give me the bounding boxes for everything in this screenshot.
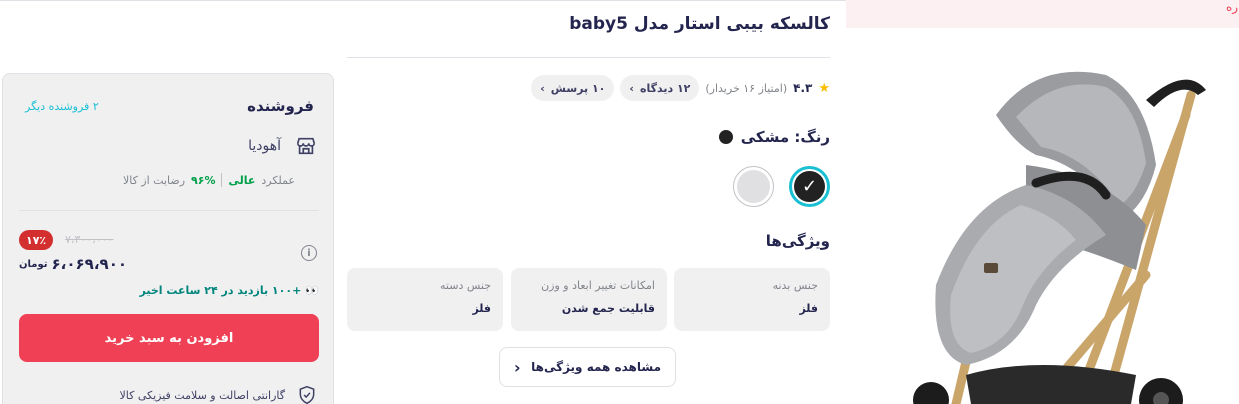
feature-value: فلز	[472, 302, 491, 315]
title-divider	[347, 57, 830, 58]
performance-value: عالی	[228, 173, 256, 187]
seller-store[interactable]: آهودیا	[248, 135, 317, 157]
stats-separator	[221, 173, 223, 187]
top-divider	[0, 0, 846, 1]
questions-chip[interactable]: ۱۰ پرسش ›	[531, 75, 615, 101]
info-icon[interactable]: i	[301, 245, 317, 261]
guarantee-row[interactable]: گارانتی اصالت و سلامت فیزیکی کالا	[120, 384, 318, 404]
reviews-chip-label: ۱۲ دیدگاه	[639, 81, 691, 95]
current-price: تومان ۶،۰۶۹،۹۰۰	[19, 255, 127, 273]
feature-value: فلز	[799, 302, 818, 315]
star-icon: ★	[818, 80, 830, 96]
rating-row: ★ ۴.۳ (امتیاز ۱۶ خریدار) ۱۲ دیدگاه › ۱۰ …	[531, 75, 830, 101]
seller-name: آهودیا	[248, 138, 281, 154]
satisfaction-value: ۹۶%	[191, 173, 216, 187]
feature-key: جنس دسته	[440, 279, 491, 292]
color-swatch-gray-fill	[737, 170, 770, 203]
questions-chip-label: ۱۰ پرسش	[550, 81, 606, 95]
color-swatch-gray[interactable]	[733, 166, 774, 207]
currency-label: تومان	[19, 258, 48, 270]
promo-strip[interactable]	[846, 0, 1239, 28]
feature-value: قابلیت جمع شدن	[561, 302, 655, 315]
feature-key: امکانات تغییر ابعاد و وزن	[541, 279, 655, 292]
rating-value: ۴.۳	[793, 81, 813, 95]
feature-card: جنس بدنه فلز	[674, 268, 830, 331]
color-label-text: رنگ: مشکی	[740, 128, 830, 146]
product-title: کالسکه بیبی استار مدل baby5	[569, 14, 830, 34]
guarantee-text: گارانتی اصالت و سلامت فیزیکی کالا	[119, 388, 286, 402]
chevron-left-icon: ‹	[514, 357, 521, 377]
performance-label: عملکرد	[261, 173, 295, 187]
shield-check-icon	[299, 385, 315, 404]
chevron-left-icon: ›	[540, 81, 545, 95]
other-sellers-link[interactable]: ۲ فروشنده دیگر	[25, 100, 99, 113]
feature-card: امکانات تغییر ابعاد و وزن قابلیت جمع شدن	[511, 268, 667, 331]
check-icon: ✓	[794, 171, 825, 202]
eyes-icon: 👀	[305, 284, 319, 297]
feature-card: جنس دسته فلز	[347, 268, 503, 331]
promo-text[interactable]: ره	[1226, 0, 1238, 14]
color-label: رنگ: مشکی	[718, 128, 830, 146]
current-price-value: ۶،۰۶۹،۹۰۰	[51, 255, 127, 273]
color-swatch-black[interactable]: ✓	[789, 166, 830, 207]
selected-color-dot	[718, 130, 733, 144]
satisfaction-label: رضایت از کالا	[122, 173, 186, 187]
seller-heading: فروشنده	[247, 97, 314, 115]
see-all-features-label: مشاهده همه ویژگی‌ها	[531, 360, 661, 374]
seller-stats: عملکرد عالی ۹۶% رضایت از کالا	[123, 173, 295, 187]
chevron-left-icon: ›	[629, 81, 634, 95]
feature-key: جنس بدنه	[772, 279, 818, 292]
reviews-chip[interactable]: ۱۲ دیدگاه ›	[620, 75, 700, 101]
seller-box: فروشنده ۲ فروشنده دیگر آهودیا عملکرد عال…	[2, 73, 334, 404]
old-price: ۷،۳۰۰،۰۰۰	[65, 233, 114, 246]
visits-notice: 👀 +۱۰۰ بازدید در ۲۴ ساعت اخیر	[139, 284, 319, 297]
seller-divider	[19, 210, 319, 211]
rating-count: (امتیاز ۱۶ خریدار)	[705, 81, 788, 95]
product-image[interactable]	[906, 55, 1226, 404]
visits-text: +۱۰۰ بازدید در ۲۴ ساعت اخیر	[139, 284, 302, 297]
see-all-features-button[interactable]: مشاهده همه ویژگی‌ها ‹	[499, 347, 676, 387]
features-title: ویژگی‌ها	[765, 232, 830, 250]
discount-badge: ۱۷٪	[19, 230, 54, 250]
store-icon	[296, 137, 316, 155]
add-to-cart-button[interactable]: افزودن به سبد خرید	[19, 314, 319, 362]
